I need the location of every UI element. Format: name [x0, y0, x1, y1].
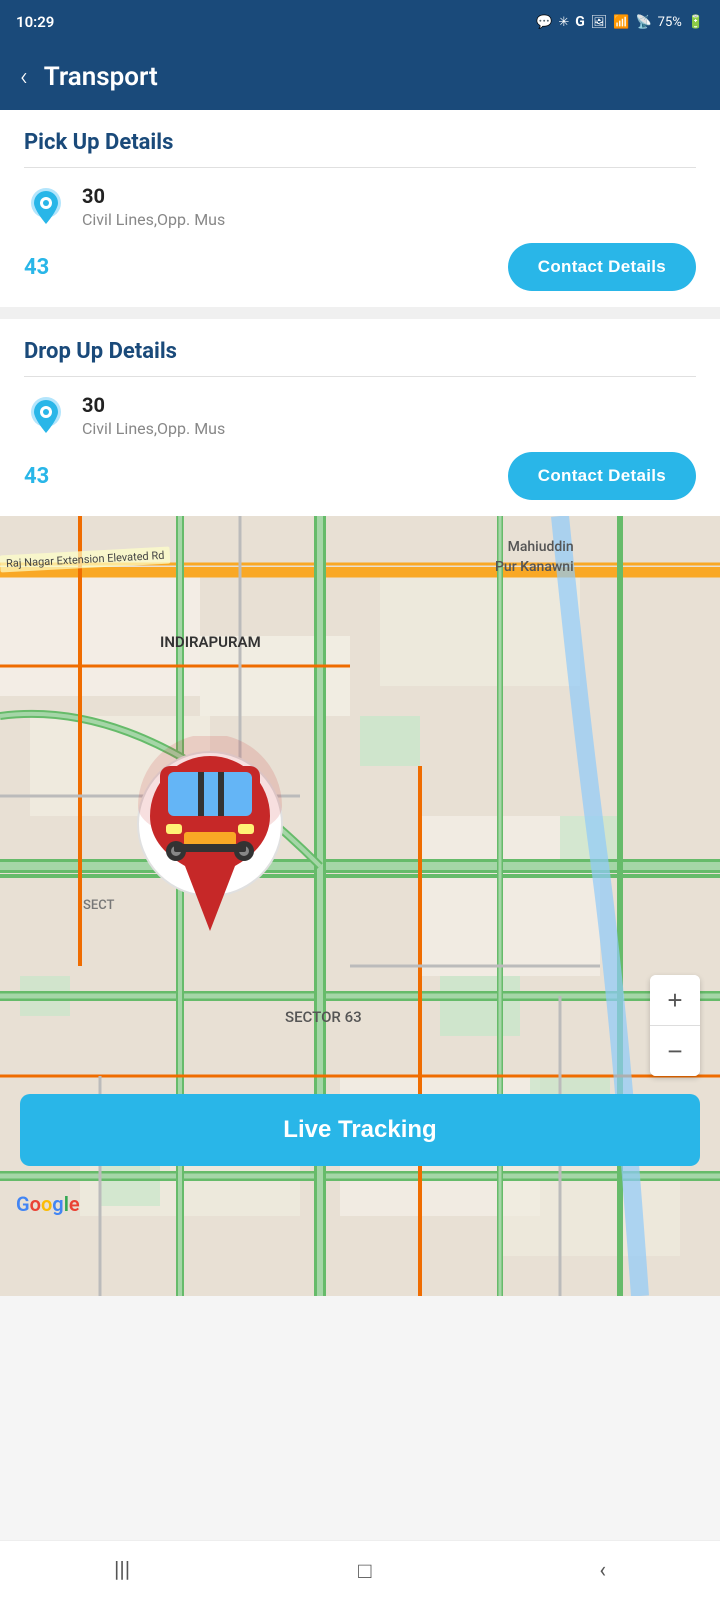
drop-number: 30 — [82, 393, 225, 417]
photos-icon: 🖼 — [591, 15, 608, 30]
msg-icon: 💬 — [536, 15, 552, 30]
section-separator-1 — [0, 307, 720, 319]
pickup-location-text: 30 Civil Lines,Opp. Mus — [82, 184, 225, 229]
bluetooth-icon: ✳ — [558, 15, 569, 30]
battery-text: 75% — [658, 15, 682, 30]
pickup-number: 30 — [82, 184, 225, 208]
pickup-footer: 43 Contact Details — [24, 243, 696, 291]
map-background: INDIRAPURAM SECTOR 63 MahiuddinPur Kanaw… — [0, 516, 720, 1296]
nav-home-button[interactable]: □ — [328, 1548, 401, 1594]
zoom-out-button[interactable]: − — [650, 1026, 700, 1076]
pickup-section-title: Pick Up Details — [24, 130, 696, 155]
app-header: ‹ Transport — [0, 44, 720, 110]
nav-back-button[interactable]: ‹ — [569, 1548, 636, 1593]
google-logo: Google — [16, 1192, 80, 1216]
bus-marker — [130, 736, 290, 936]
pickup-section: Pick Up Details 30 Civil Lines,Opp. Mus … — [0, 110, 720, 307]
zoom-controls: + − — [650, 975, 700, 1076]
status-icons: 💬 ✳ G 🖼 📶 📡 75% 🔋 — [536, 14, 704, 30]
pickup-location-icon — [24, 184, 68, 228]
drop-route-number: 43 — [24, 464, 49, 489]
drop-footer: 43 Contact Details — [24, 452, 696, 500]
pickup-route-number: 43 — [24, 255, 49, 280]
status-time: 10:29 — [16, 13, 54, 31]
status-bar: 10:29 💬 ✳ G 🖼 📶 📡 75% 🔋 — [0, 0, 720, 44]
live-tracking-button[interactable]: Live Tracking — [20, 1094, 700, 1166]
drop-section: Drop Up Details 30 Civil Lines,Opp. Mus … — [0, 319, 720, 516]
pickup-location-row: 30 Civil Lines,Opp. Mus — [24, 184, 696, 229]
drop-divider — [24, 376, 696, 377]
map-roads-svg — [0, 516, 720, 1296]
drop-location-text: 30 Civil Lines,Opp. Mus — [82, 393, 225, 438]
back-button[interactable]: ‹ — [20, 64, 28, 90]
drop-contact-button[interactable]: Contact Details — [508, 452, 696, 500]
nav-bar: ||| □ ‹ — [0, 1540, 720, 1600]
drop-section-title: Drop Up Details — [24, 339, 696, 364]
drop-location-icon — [24, 393, 68, 437]
wifi-icon: 📶 — [613, 15, 629, 30]
page-title: Transport — [44, 62, 158, 92]
google-icon: G — [575, 14, 585, 30]
pickup-contact-button[interactable]: Contact Details — [508, 243, 696, 291]
zoom-in-button[interactable]: + — [650, 975, 700, 1025]
drop-pin-icon — [31, 397, 61, 433]
map-container: INDIRAPURAM SECTOR 63 MahiuddinPur Kanaw… — [0, 516, 720, 1296]
signal-icon: 📡 — [635, 15, 651, 30]
pickup-pin-icon — [31, 188, 61, 224]
nav-recent-button[interactable]: ||| — [84, 1548, 160, 1593]
battery-icon: 🔋 — [688, 15, 704, 30]
drop-location-row: 30 Civil Lines,Opp. Mus — [24, 393, 696, 438]
drop-address: Civil Lines,Opp. Mus — [82, 419, 225, 438]
pickup-address: Civil Lines,Opp. Mus — [82, 210, 225, 229]
pickup-divider — [24, 167, 696, 168]
bus-pin-svg — [130, 736, 290, 936]
content-area: Pick Up Details 30 Civil Lines,Opp. Mus … — [0, 110, 720, 1296]
